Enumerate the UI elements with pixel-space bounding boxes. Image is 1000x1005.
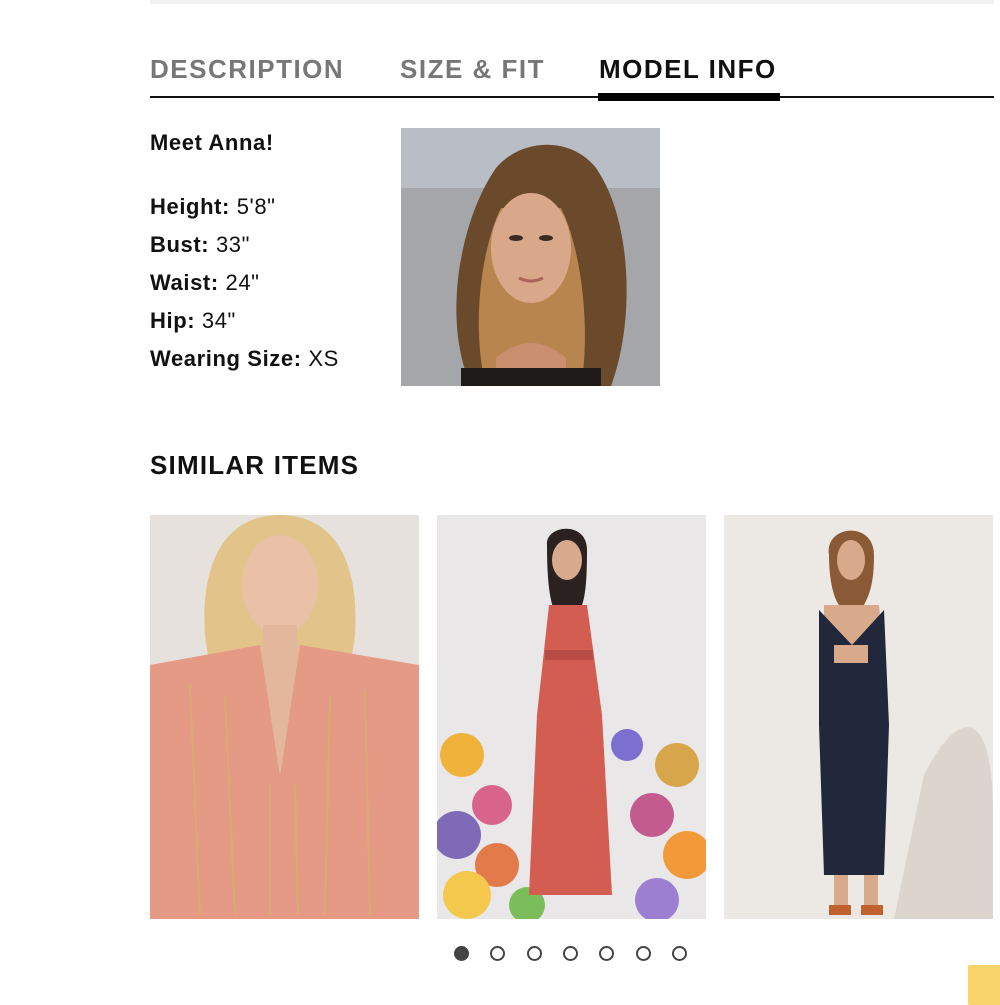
stat-label: Height: <box>150 194 230 219</box>
stat-label: Wearing Size: <box>150 346 302 371</box>
similar-item-card[interactable] <box>724 515 993 919</box>
help-badge[interactable] <box>968 965 1000 1005</box>
carousel-dot[interactable] <box>599 946 614 961</box>
carousel-dot[interactable] <box>454 946 469 961</box>
product-image <box>150 515 419 919</box>
model-stat-height: Height: 5'8" <box>150 188 339 226</box>
carousel-dot[interactable] <box>672 946 687 961</box>
stat-value: 24" <box>225 270 260 295</box>
tab-model-info[interactable]: MODEL INFO <box>599 54 777 85</box>
top-divider <box>150 0 994 4</box>
similar-item-card[interactable] <box>437 515 706 919</box>
carousel-dot[interactable] <box>527 946 542 961</box>
tab-description[interactable]: DESCRIPTION <box>150 54 344 85</box>
similar-items-carousel <box>150 515 1000 919</box>
model-stat-waist: Waist: 24" <box>150 264 339 302</box>
stat-value: 5'8" <box>236 194 276 219</box>
carousel-dot[interactable] <box>636 946 651 961</box>
stat-label: Bust: <box>150 232 210 257</box>
model-greeting: Meet Anna! <box>150 130 274 155</box>
tabs-underline <box>150 96 994 98</box>
tab-size-fit[interactable]: SIZE & FIT <box>400 54 545 85</box>
model-stat-wearing-size: Wearing Size: XS <box>150 340 339 378</box>
stat-label: Waist: <box>150 270 219 295</box>
similar-items-title: SIMILAR ITEMS <box>150 450 360 480</box>
carousel-dot[interactable] <box>490 946 505 961</box>
stat-value: 34" <box>201 308 236 333</box>
model-stat-hip: Hip: 34" <box>150 302 339 340</box>
model-photo <box>401 128 660 386</box>
model-stat-bust: Bust: 33" <box>150 226 339 264</box>
stat-label: Hip: <box>150 308 196 333</box>
stat-value: XS <box>308 346 339 371</box>
model-info-panel: Meet Anna! Height: 5'8" Bust: 33" Waist:… <box>150 130 339 378</box>
carousel-dot[interactable] <box>563 946 578 961</box>
similar-item-card[interactable] <box>150 515 419 919</box>
product-image <box>437 515 706 919</box>
product-tabs: DESCRIPTION SIZE & FIT MODEL INFO <box>150 48 994 102</box>
product-image <box>724 515 993 919</box>
stat-value: 33" <box>215 232 251 257</box>
active-tab-indicator <box>598 93 780 101</box>
